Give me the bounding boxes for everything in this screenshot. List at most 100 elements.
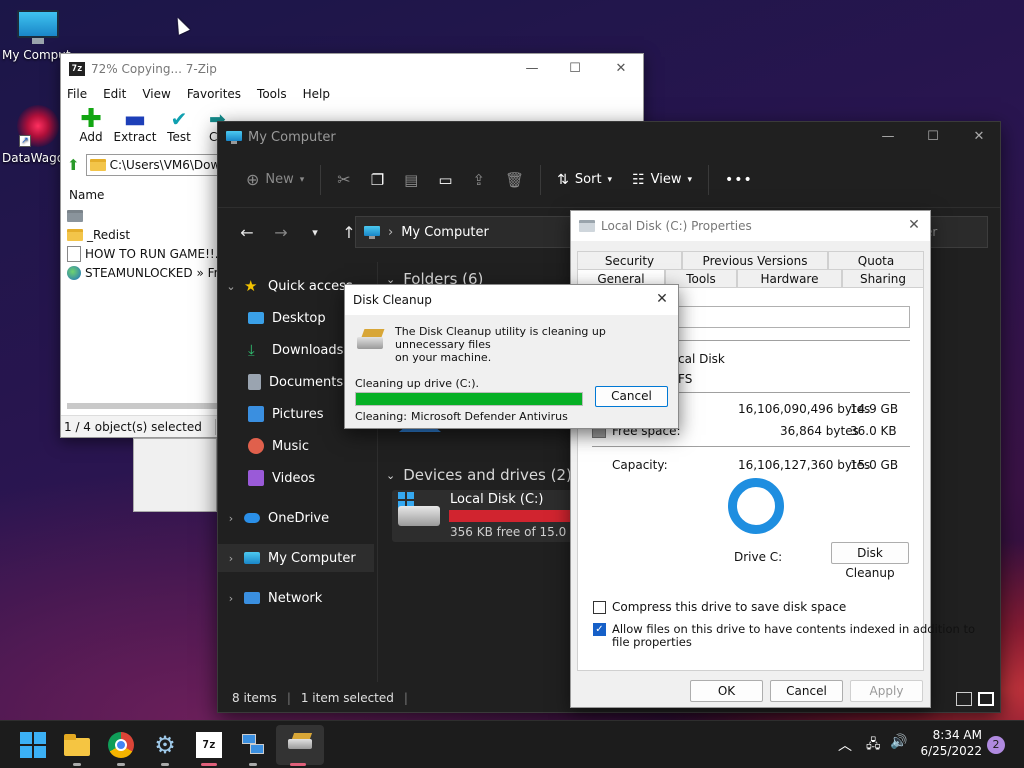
notification-badge[interactable]: 2 [987, 736, 1005, 754]
sidebar-item-label: Documents [269, 374, 344, 390]
rename-button[interactable]: ▭ [428, 162, 462, 198]
menu-help[interactable]: Help [303, 87, 330, 101]
maximize-button[interactable]: ☐ [923, 128, 943, 146]
drive-label: Drive C: [734, 550, 783, 564]
chevron-right-icon: › [228, 591, 234, 605]
tab-quota[interactable]: Quota [828, 251, 924, 269]
extract-button[interactable]: ▬ Extract [113, 104, 157, 152]
compress-checkbox[interactable] [593, 601, 606, 614]
settings-icon[interactable]: ⚙ [152, 732, 178, 758]
volume-label-input[interactable] [678, 306, 910, 328]
ok-button[interactable]: OK [690, 680, 763, 702]
show-hidden-icons-button[interactable]: ︿ [838, 735, 852, 755]
capacity-size: 15.0 GB [850, 458, 899, 472]
download-icon: ⤓ [248, 341, 255, 359]
copy-button[interactable]: ❐ [361, 162, 394, 198]
recent-locations-button[interactable]: ▾ [298, 226, 332, 239]
plus-circle-icon: ⊕ [246, 170, 260, 189]
tab-security[interactable]: Security [577, 251, 682, 269]
apply-button[interactable]: Apply [850, 680, 923, 702]
chevron-right-icon: › [228, 511, 234, 525]
more-options-button[interactable]: ••• [715, 162, 763, 198]
menu-tools[interactable]: Tools [257, 87, 287, 101]
index-checkbox[interactable]: ✓ [593, 623, 606, 636]
minimize-button[interactable]: — [523, 60, 541, 78]
add-button[interactable]: ✚ Add [69, 104, 113, 152]
sidebar-item-network[interactable]: › Network [218, 584, 374, 612]
document-icon [248, 374, 261, 390]
datawagon-icon: ↗ [17, 105, 59, 147]
new-button[interactable]: ⊕ New ▾ [236, 162, 314, 198]
drive-type-value: cal Disk [678, 352, 725, 366]
list-item[interactable]: _Redist [67, 225, 217, 244]
sort-button[interactable]: ⇅ Sort ▾ [547, 162, 622, 198]
7zip-icon[interactable]: 7z [196, 732, 222, 758]
list-item[interactable] [67, 206, 217, 225]
titlebar[interactable]: 7z 72% Copying... 7-Zip [61, 54, 643, 84]
network-computers-icon[interactable] [240, 732, 266, 758]
file-explorer-icon[interactable] [64, 732, 90, 758]
sidebar-item-videos[interactable]: Videos [218, 464, 374, 492]
minimize-button[interactable]: — [878, 128, 898, 146]
delete-button[interactable]: 🗑 [495, 162, 534, 198]
disk-cleanup-taskbar-button[interactable] [276, 725, 324, 765]
horizontal-scrollbar[interactable] [67, 403, 217, 409]
menu-edit[interactable]: Edit [103, 87, 126, 101]
tab-sharing[interactable]: Sharing [842, 269, 924, 287]
sidebar-item-onedrive[interactable]: › OneDrive [218, 504, 374, 532]
start-icon[interactable] [20, 732, 46, 758]
test-button[interactable]: ✔ Test [157, 104, 201, 152]
close-button[interactable]: ✕ [654, 291, 670, 307]
file-system-value: FS [678, 372, 693, 386]
progress-fill [356, 393, 582, 405]
address-input[interactable]: C:\Users\VM6\Dow [85, 154, 226, 176]
address-bar[interactable]: › My Computer [355, 216, 573, 248]
breadcrumb[interactable]: My Computer [401, 225, 489, 240]
paste-button[interactable]: ▤ [394, 162, 428, 198]
details-view-icon[interactable] [956, 692, 972, 706]
sidebar-item-my-computer[interactable]: › My Computer [218, 544, 374, 572]
column-header-name[interactable]: Name [63, 184, 217, 206]
share-button[interactable]: ⇪ [463, 162, 496, 198]
hard-drive-icon [398, 506, 440, 526]
volume-icon[interactable]: 🔊 [890, 734, 907, 750]
chevron-down-icon: ⌄ [226, 279, 236, 293]
back-button[interactable]: ← [230, 223, 264, 242]
network-status-icon[interactable]: 🖧 [866, 735, 881, 757]
up-folder-icon[interactable]: ⬆ [67, 156, 80, 174]
tab-row-top: Security Previous Versions Quota [577, 251, 924, 269]
view-button[interactable]: ☷ View ▾ [622, 162, 702, 198]
titlebar[interactable]: Disk Cleanup [345, 285, 678, 315]
command-bar: ⊕ New ▾ ✂ ❐ ▤ ▭ ⇪ 🗑 ⇅ Sort ▾ ☷ View ▾ ••… [218, 152, 1000, 208]
tiles-view-icon[interactable] [978, 692, 994, 706]
drive-tile-c[interactable]: Local Disk (C:) 356 KB free of 15.0 GB [392, 490, 592, 542]
clock[interactable]: 8:34 AM 6/25/2022 [916, 728, 982, 758]
close-button[interactable]: ✕ [906, 217, 922, 233]
close-button[interactable]: ✕ [969, 128, 989, 146]
drive-usage-bar [449, 510, 589, 522]
chrome-icon[interactable] [108, 732, 134, 758]
progress-bar [355, 392, 583, 406]
cancel-button[interactable]: Cancel [770, 680, 843, 702]
disk-cleanup-button[interactable]: Disk Cleanup [831, 542, 909, 580]
list-item[interactable]: HOW TO RUN GAME!!.txt [67, 244, 217, 263]
sidebar-item-music[interactable]: Music [218, 432, 374, 460]
cut-button[interactable]: ✂ [327, 162, 360, 198]
close-button[interactable]: ✕ [612, 60, 630, 78]
forward-button[interactable]: → [264, 223, 298, 242]
menu-favorites[interactable]: Favorites [187, 87, 241, 101]
list-item[interactable]: STEAMUNLOCKED » Fre... [67, 263, 217, 282]
menu-file[interactable]: File [67, 87, 87, 101]
tab-previous-versions[interactable]: Previous Versions [682, 251, 828, 269]
maximize-button[interactable]: ☐ [566, 60, 584, 78]
sidebar-item-label: Quick access [268, 278, 353, 294]
network-icon [244, 592, 260, 604]
cancel-button[interactable]: Cancel [595, 386, 668, 407]
menu-view[interactable]: View [142, 87, 170, 101]
sort-icon: ⇅ [557, 171, 569, 188]
devices-section-header[interactable]: ⌄ Devices and drives (2) [386, 466, 572, 484]
minus-icon: ▬ [123, 105, 147, 133]
tab-hardware[interactable]: Hardware [737, 269, 842, 287]
drive-free-text: 356 KB free of 15.0 GB [450, 525, 588, 539]
titlebar[interactable]: Local Disk (C:) Properties [571, 211, 930, 241]
